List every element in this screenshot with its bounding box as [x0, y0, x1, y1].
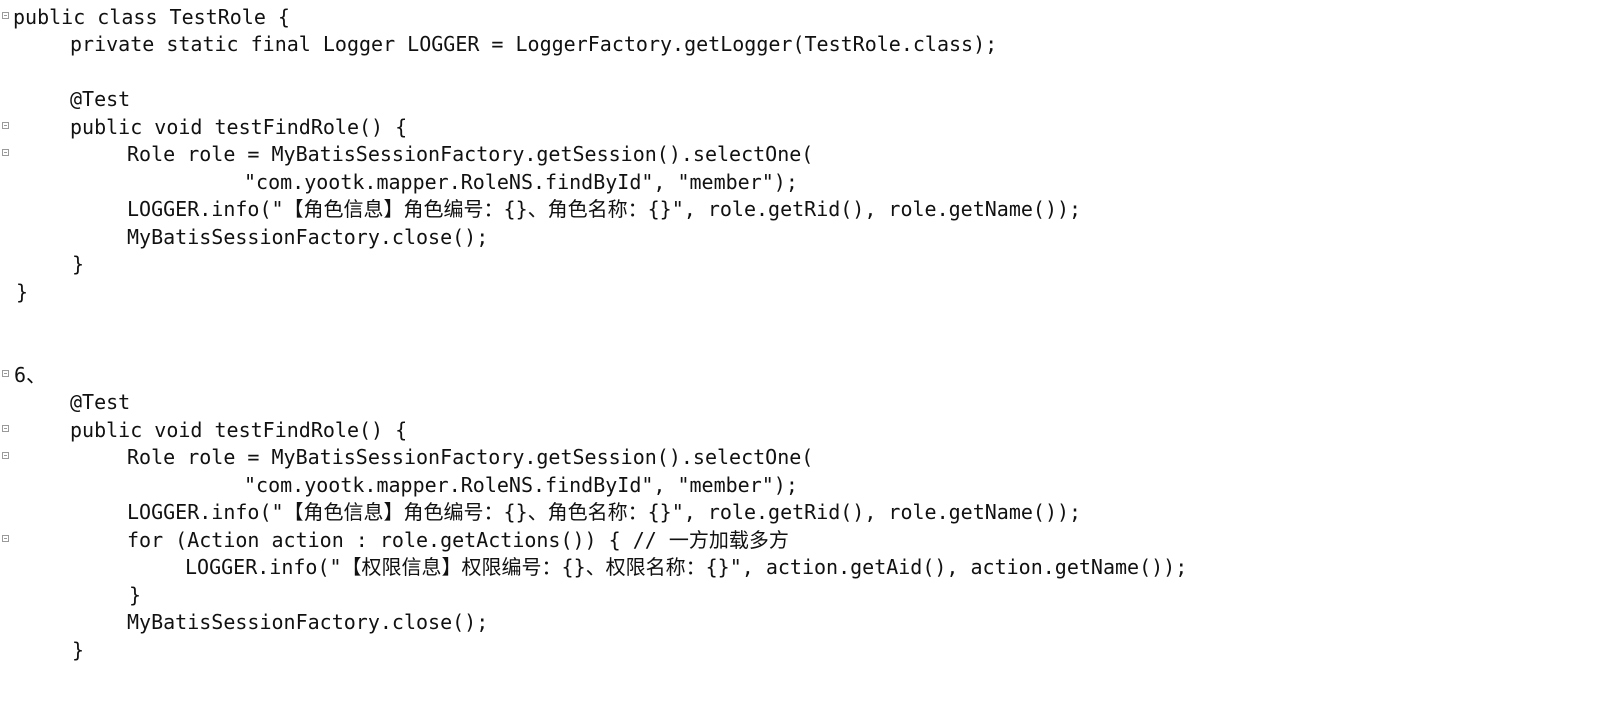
- code-line: MyBatisSessionFactory.close();: [0, 608, 1618, 636]
- code-line: Role role = MyBatisSessionFactory.getSes…: [0, 443, 1618, 471]
- fold-toggle-icon[interactable]: [2, 122, 9, 129]
- code-editor[interactable]: public class TestRole { private static f…: [0, 0, 1618, 706]
- code-line: LOGGER.info("【角色信息】角色编号：{}、角色名称：{}", rol…: [0, 498, 1618, 526]
- code-line: 6、: [0, 361, 1618, 389]
- code-text: }: [129, 583, 142, 607]
- code-line: "com.yootk.mapper.RoleNS.findById", "mem…: [0, 168, 1618, 196]
- code-line: }: [0, 250, 1618, 278]
- code-line: public void testFindRole() {: [0, 416, 1618, 444]
- code-line: Role role = MyBatisSessionFactory.getSes…: [0, 140, 1618, 168]
- code-text: @Test: [70, 87, 131, 111]
- code-text: "com.yootk.mapper.RoleNS.findById", "mem…: [244, 473, 798, 497]
- code-text: 6、: [14, 363, 47, 387]
- code-text: }: [16, 280, 29, 304]
- code-text: private static final Logger LOGGER = Log…: [70, 32, 998, 56]
- fold-toggle-icon[interactable]: [2, 535, 9, 542]
- code-line: public class TestRole {: [0, 3, 1618, 31]
- code-text: "com.yootk.mapper.RoleNS.findById", "mem…: [244, 170, 798, 194]
- code-line: @Test: [0, 388, 1618, 416]
- fold-toggle-icon[interactable]: [2, 425, 9, 432]
- code-line: }: [0, 636, 1618, 664]
- code-line: LOGGER.info("【角色信息】角色编号：{}、角色名称：{}", rol…: [0, 195, 1618, 223]
- code-line: MyBatisSessionFactory.close();: [0, 223, 1618, 251]
- code-text: Role role = MyBatisSessionFactory.getSes…: [127, 445, 814, 469]
- fold-toggle-icon[interactable]: [2, 12, 9, 19]
- code-text: LOGGER.info("【权限信息】权限编号：{}、权限名称：{}", act…: [185, 555, 1188, 579]
- fold-toggle-icon[interactable]: [2, 149, 9, 156]
- code-line: private static final Logger LOGGER = Log…: [0, 30, 1618, 58]
- code-text: public void testFindRole() {: [70, 418, 408, 442]
- code-text: for (Action action : role.getActions()) …: [127, 528, 789, 552]
- code-text: }: [72, 252, 85, 276]
- code-text: }: [72, 638, 85, 662]
- code-line: @Test: [0, 85, 1618, 113]
- code-text: public void testFindRole() {: [70, 115, 408, 139]
- code-text: Role role = MyBatisSessionFactory.getSes…: [127, 142, 814, 166]
- fold-toggle-icon[interactable]: [2, 452, 9, 459]
- code-line: }: [0, 278, 1618, 306]
- code-text: MyBatisSessionFactory.close();: [127, 610, 489, 634]
- code-text: LOGGER.info("【角色信息】角色编号：{}、角色名称：{}", rol…: [127, 500, 1082, 524]
- code-line: public void testFindRole() {: [0, 113, 1618, 141]
- code-line: "com.yootk.mapper.RoleNS.findById", "mem…: [0, 471, 1618, 499]
- code-line: for (Action action : role.getActions()) …: [0, 526, 1618, 554]
- code-text: LOGGER.info("【角色信息】角色编号：{}、角色名称：{}", rol…: [127, 197, 1082, 221]
- fold-toggle-icon[interactable]: [2, 370, 9, 377]
- code-text: @Test: [70, 390, 131, 414]
- code-text: MyBatisSessionFactory.close();: [127, 225, 489, 249]
- code-text: public class TestRole {: [13, 5, 290, 29]
- code-line: LOGGER.info("【权限信息】权限编号：{}、权限名称：{}", act…: [0, 553, 1618, 581]
- code-line: }: [0, 581, 1618, 609]
